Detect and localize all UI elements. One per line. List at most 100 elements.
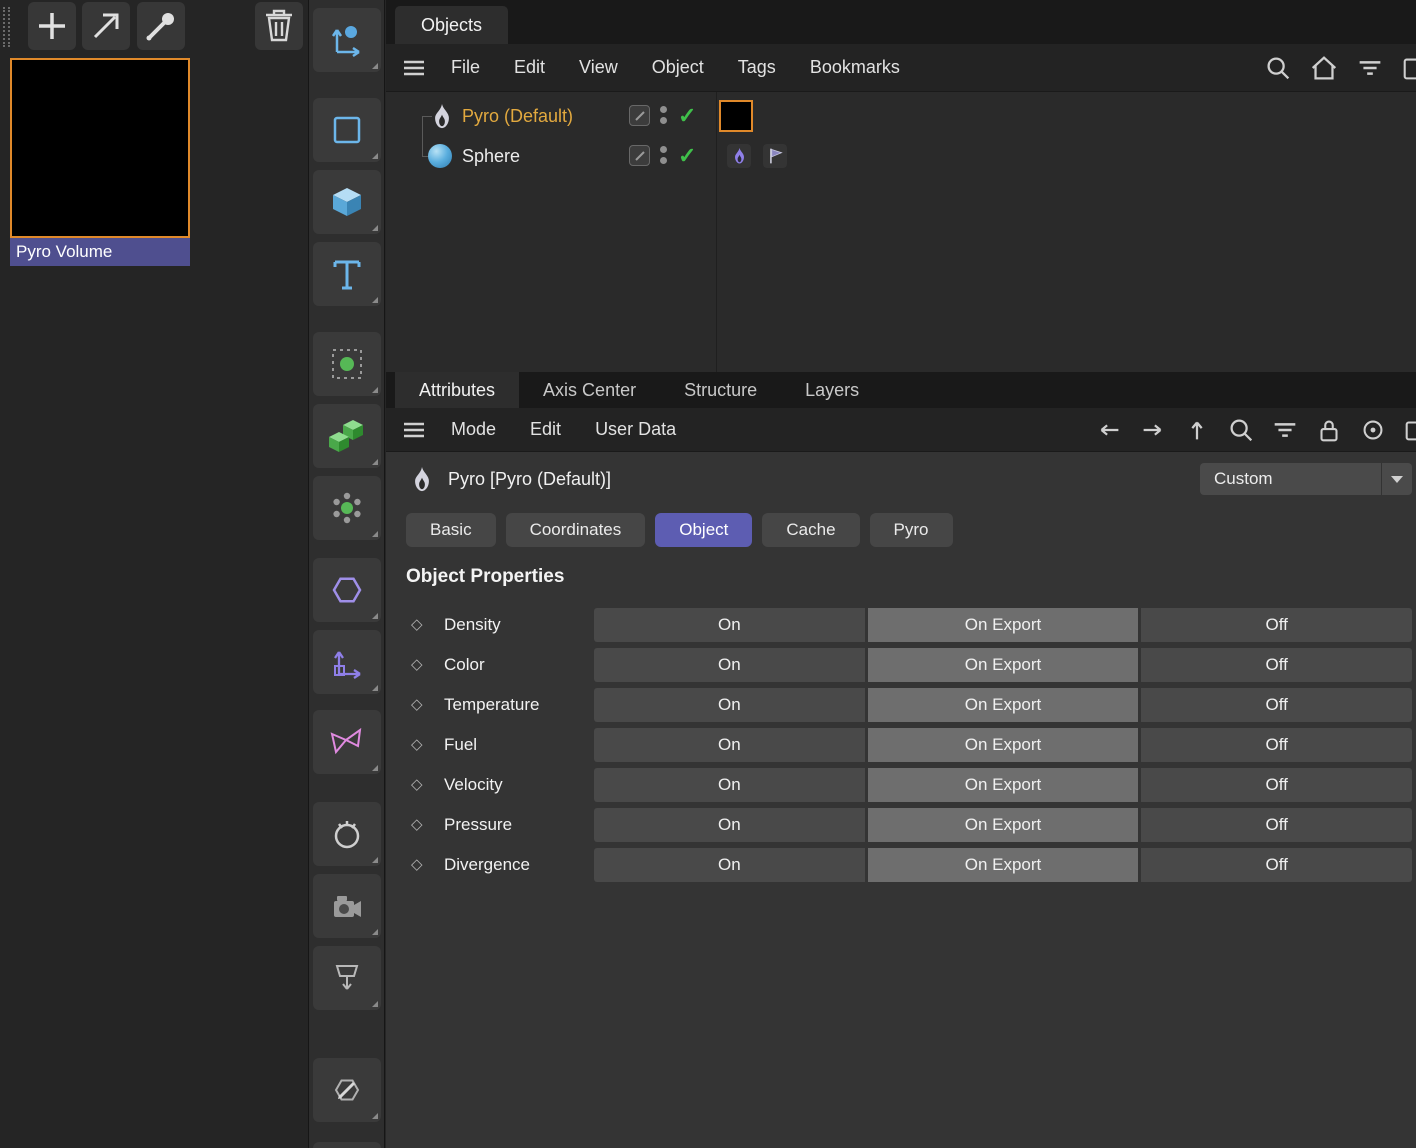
arrow-up-icon[interactable] xyxy=(1182,414,1212,446)
tab-basic[interactable]: Basic xyxy=(406,513,496,547)
live-selection-tool-button[interactable] xyxy=(313,332,381,396)
enabled-check-icon[interactable]: ✓ xyxy=(678,136,696,176)
text-tool-button[interactable] xyxy=(313,242,381,306)
rectangle-tool-button[interactable] xyxy=(313,98,381,162)
pyro-tag-icon[interactable] xyxy=(727,144,751,168)
generator-tool-button[interactable] xyxy=(313,476,381,540)
objects-hamburger-icon[interactable] xyxy=(401,58,427,78)
menu-user-data[interactable]: User Data xyxy=(595,419,676,440)
toggle-off[interactable]: Off xyxy=(1141,728,1412,762)
polygon-pen-tool-button[interactable] xyxy=(313,710,381,774)
arrow-right-icon[interactable] xyxy=(1138,414,1168,446)
diamond-icon: ◇ xyxy=(411,616,423,633)
toggle-on-export[interactable]: On Export xyxy=(867,808,1139,842)
preset-dropdown[interactable]: Custom xyxy=(1200,463,1412,495)
material-preview-thumbnail[interactable] xyxy=(10,58,190,238)
editor-visibility-icon[interactable] xyxy=(629,145,650,166)
toggle-on[interactable]: On xyxy=(594,688,865,722)
visibility-dots-icon[interactable] xyxy=(660,146,667,164)
chevron-down-icon[interactable] xyxy=(1382,475,1412,483)
filter-icon[interactable] xyxy=(1354,51,1386,85)
main-panels: Objects File Edit View Object Tags Bookm… xyxy=(386,0,1416,1148)
tree-row-sphere[interactable]: Sphere ✓ xyxy=(386,136,1416,176)
tab-structure[interactable]: Structure xyxy=(660,372,781,408)
menu-edit[interactable]: Edit xyxy=(514,57,545,78)
toggle-on-export[interactable]: On Export xyxy=(867,648,1139,682)
object-name[interactable]: Sphere xyxy=(462,136,520,176)
toggle-on[interactable]: On xyxy=(594,768,865,802)
enabled-check-icon[interactable]: ✓ xyxy=(678,96,696,136)
material-name-label[interactable]: Pyro Volume xyxy=(10,238,190,266)
attributes-panel: Attributes Axis Center Structure Layers … xyxy=(386,372,1416,1148)
toggle-on[interactable]: On xyxy=(594,648,865,682)
menu-tags[interactable]: Tags xyxy=(738,57,776,78)
toggle-on-export[interactable]: On Export xyxy=(867,688,1139,722)
toggle-on[interactable]: On xyxy=(594,848,865,882)
arrow-left-icon[interactable] xyxy=(1094,414,1124,446)
cube-tool-icon xyxy=(333,188,361,216)
toggle-off[interactable]: Off xyxy=(1141,648,1412,682)
eyedropper-button[interactable] xyxy=(137,2,185,50)
toggle-on[interactable]: On xyxy=(594,808,865,842)
stage-tool-button[interactable] xyxy=(313,946,381,1010)
menu-object[interactable]: Object xyxy=(652,57,704,78)
toggle-off[interactable]: Off xyxy=(1141,688,1412,722)
delete-button[interactable] xyxy=(255,2,303,50)
panel-icon[interactable] xyxy=(1402,414,1416,446)
search-icon[interactable] xyxy=(1262,51,1294,85)
toggle-off[interactable]: Off xyxy=(1141,608,1412,642)
toggle-on-export[interactable]: On Export xyxy=(867,608,1139,642)
tab-layers[interactable]: Layers xyxy=(781,372,883,408)
simulation-scene-tag-icon[interactable] xyxy=(763,144,787,168)
toggle-on[interactable]: On xyxy=(594,608,865,642)
tab-axis-center[interactable]: Axis Center xyxy=(519,372,660,408)
tool-button-partial[interactable] xyxy=(313,1142,381,1148)
search-icon[interactable] xyxy=(1226,414,1256,446)
menu-file[interactable]: File xyxy=(451,57,480,78)
home-icon[interactable] xyxy=(1308,51,1340,85)
property-toggle-group: On On Export Off xyxy=(594,648,1412,682)
move-tool-icon xyxy=(331,26,360,58)
panel-drag-handle[interactable] xyxy=(3,7,10,47)
delete-icon xyxy=(266,9,292,42)
toggle-on[interactable]: On xyxy=(594,728,865,762)
menu-edit-attr[interactable]: Edit xyxy=(530,419,561,440)
tab-attributes[interactable]: Attributes xyxy=(395,372,520,408)
filter-icon[interactable] xyxy=(1270,414,1300,446)
toggle-on-export[interactable]: On Export xyxy=(867,848,1139,882)
menu-view[interactable]: View xyxy=(579,57,618,78)
toggle-on-export[interactable]: On Export xyxy=(867,728,1139,762)
tab-object[interactable]: Object xyxy=(655,513,753,547)
axis-tool-button[interactable] xyxy=(313,630,381,694)
tab-cache[interactable]: Cache xyxy=(762,513,860,547)
toggle-off[interactable]: Off xyxy=(1141,768,1412,802)
panel-icon[interactable] xyxy=(1400,51,1416,85)
toggle-on-export[interactable]: On Export xyxy=(867,768,1139,802)
tab-coordinates[interactable]: Coordinates xyxy=(505,513,646,547)
target-icon[interactable] xyxy=(1358,414,1388,446)
property-label: Pressure xyxy=(444,815,513,834)
menu-mode[interactable]: Mode xyxy=(451,419,496,440)
visibility-dots-icon[interactable] xyxy=(660,106,667,124)
menu-bookmarks[interactable]: Bookmarks xyxy=(810,57,900,78)
add-button[interactable] xyxy=(28,2,76,50)
attributes-hamburger-icon[interactable] xyxy=(401,420,427,440)
layer-color-chip[interactable] xyxy=(719,100,753,132)
toggle-off[interactable]: Off xyxy=(1141,808,1412,842)
sphere-tool-button[interactable] xyxy=(313,802,381,866)
share-arrow-button[interactable] xyxy=(82,2,130,50)
lock-icon[interactable] xyxy=(1314,414,1344,446)
move-tool-button[interactable] xyxy=(313,8,381,72)
object-name[interactable]: Pyro (Default) xyxy=(462,96,573,136)
cube-tool-button[interactable] xyxy=(313,170,381,234)
array-tool-button[interactable] xyxy=(313,404,381,468)
editor-visibility-icon[interactable] xyxy=(629,105,650,126)
sketch-tool-button[interactable] xyxy=(313,1058,381,1122)
camera-tool-button[interactable] xyxy=(313,874,381,938)
tree-row-pyro[interactable]: Pyro (Default) ✓ xyxy=(386,96,1416,136)
tab-pyro[interactable]: Pyro xyxy=(869,513,953,547)
tab-objects[interactable]: Objects xyxy=(395,6,509,44)
toggle-off[interactable]: Off xyxy=(1141,848,1412,882)
ngon-tool-button[interactable] xyxy=(313,558,381,622)
property-toggle-group: On On Export Off xyxy=(594,808,1412,842)
